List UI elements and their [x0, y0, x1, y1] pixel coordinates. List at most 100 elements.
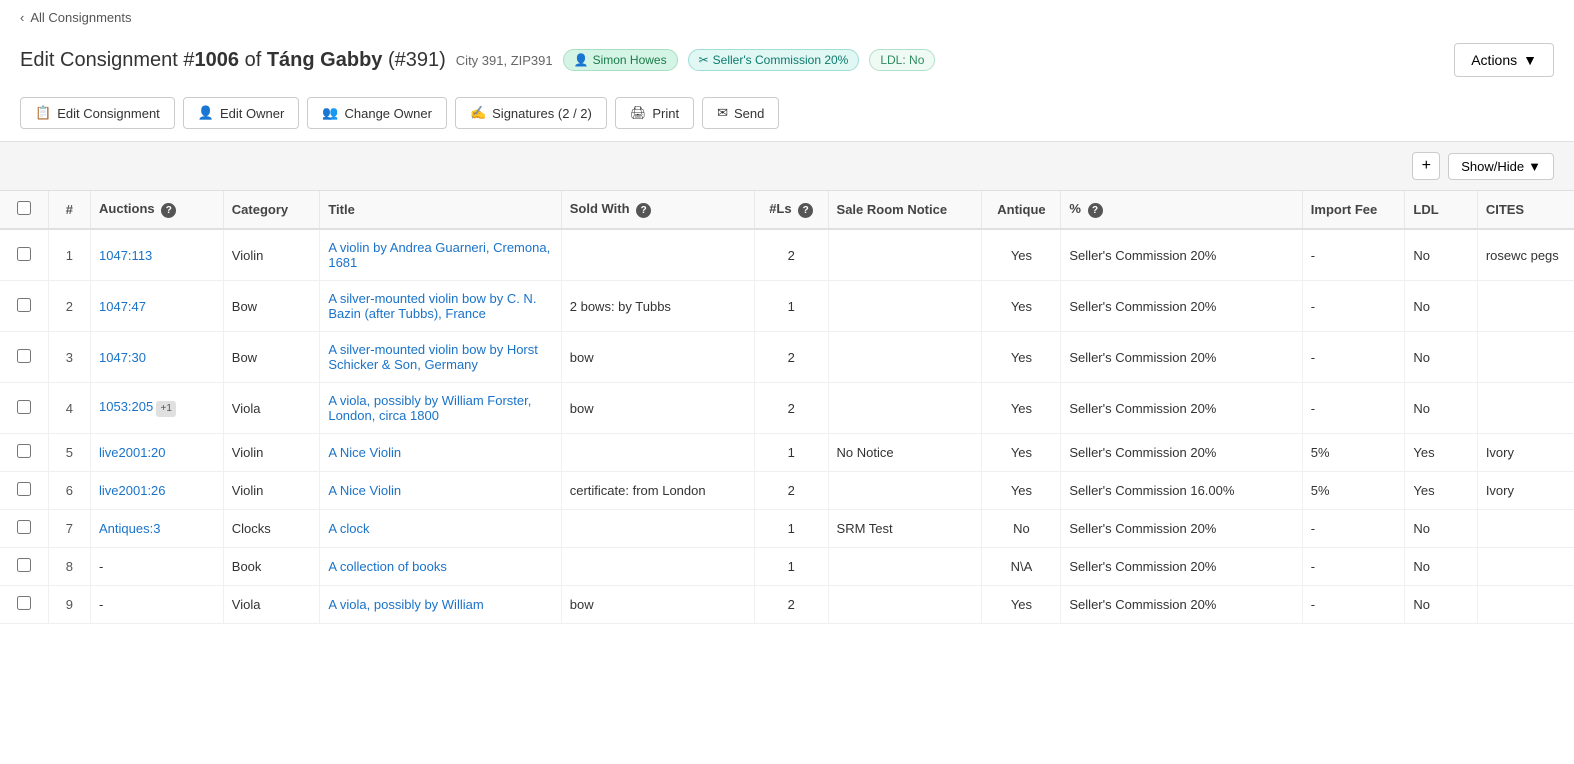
row-auctions: Antiques:3	[91, 510, 224, 548]
page-header: Edit Consignment #1006 of Táng Gabby (#3…	[0, 35, 1574, 89]
table-controls: + Show/Hide ▼	[0, 142, 1574, 191]
title-link[interactable]: A Nice Violin	[328, 445, 401, 460]
edit-owner-button[interactable]: 👤 Edit Owner	[183, 97, 300, 129]
row-pct: Seller's Commission 20%	[1061, 586, 1302, 624]
row-importfee: -	[1302, 281, 1405, 332]
title-link[interactable]: A collection of books	[328, 559, 447, 574]
row-checkbox[interactable]	[17, 298, 31, 312]
row-auctions: live2001:20	[91, 434, 224, 472]
title-link[interactable]: A clock	[328, 521, 369, 536]
row-title: A clock	[320, 510, 561, 548]
row-cites	[1477, 510, 1574, 548]
auction-link[interactable]: Antiques:3	[99, 521, 160, 536]
row-ldl: No	[1405, 229, 1477, 281]
print-icon: 🖨	[630, 105, 647, 121]
row-checkbox[interactable]	[17, 247, 31, 261]
row-checkbox-cell	[0, 586, 48, 624]
row-num: 9	[48, 586, 90, 624]
row-srn	[828, 548, 982, 586]
auction-link[interactable]: 1047:30	[99, 350, 146, 365]
row-antique: N\A	[982, 548, 1061, 586]
row-cites	[1477, 281, 1574, 332]
table-header-row: # Auctions ? Category Title Sold With ?	[0, 191, 1574, 229]
row-title: A collection of books	[320, 548, 561, 586]
col-checkbox	[0, 191, 48, 229]
row-pct: Seller's Commission 20%	[1061, 229, 1302, 281]
title-link[interactable]: A viola, possibly by William	[328, 597, 483, 612]
row-auctions: 1047:113	[91, 229, 224, 281]
row-checkbox[interactable]	[17, 444, 31, 458]
row-checkbox[interactable]	[17, 349, 31, 363]
row-checkbox[interactable]	[17, 520, 31, 534]
title-link[interactable]: A silver-mounted violin bow by C. N. Baz…	[328, 291, 536, 321]
row-title: A silver-mounted violin bow by C. N. Baz…	[320, 281, 561, 332]
change-owner-button[interactable]: 👥 Change Owner	[307, 97, 447, 129]
row-title: A viola, possibly by William	[320, 586, 561, 624]
auctions-help-icon: ?	[161, 203, 176, 218]
pct-help-icon: ?	[1088, 203, 1103, 218]
row-title: A Nice Violin	[320, 434, 561, 472]
row-ls: 1	[754, 434, 828, 472]
auction-link[interactable]: 1047:47	[99, 299, 146, 314]
row-srn: SRM Test	[828, 510, 982, 548]
row-importfee: -	[1302, 332, 1405, 383]
lots-table: # Auctions ? Category Title Sold With ?	[0, 191, 1574, 624]
row-cites	[1477, 586, 1574, 624]
row-ls: 2	[754, 472, 828, 510]
add-row-button[interactable]: +	[1412, 152, 1440, 180]
row-num: 3	[48, 332, 90, 383]
row-checkbox[interactable]	[17, 558, 31, 572]
row-ldl: No	[1405, 332, 1477, 383]
row-checkbox[interactable]	[17, 482, 31, 496]
row-ldl: No	[1405, 383, 1477, 434]
row-category: Viola	[223, 383, 320, 434]
row-pct: Seller's Commission 20%	[1061, 510, 1302, 548]
row-category: Bow	[223, 281, 320, 332]
actions-button[interactable]: Actions ▼	[1454, 43, 1554, 77]
auction-link[interactable]: 1047:113	[99, 248, 152, 263]
row-srn	[828, 586, 982, 624]
row-checkbox-cell	[0, 434, 48, 472]
send-icon: ✉	[717, 105, 728, 121]
row-checkbox-cell	[0, 383, 48, 434]
row-num: 1	[48, 229, 90, 281]
row-checkbox-cell	[0, 510, 48, 548]
show-hide-button[interactable]: Show/Hide ▼	[1448, 153, 1554, 180]
row-soldwith: bow	[561, 383, 754, 434]
row-checkbox-cell	[0, 229, 48, 281]
title-link[interactable]: A viola, possibly by William Forster, Lo…	[328, 393, 531, 423]
edit-consignment-button[interactable]: 📋 Edit Consignment	[20, 97, 175, 129]
row-checkbox-cell	[0, 332, 48, 383]
auction-link[interactable]: live2001:26	[99, 483, 166, 498]
send-button[interactable]: ✉ Send	[702, 97, 779, 129]
back-nav[interactable]: ‹ All Consignments	[0, 0, 1574, 35]
auction-link[interactable]: live2001:20	[99, 445, 166, 460]
row-antique: Yes	[982, 281, 1061, 332]
back-label: All Consignments	[30, 10, 131, 25]
change-owner-icon: 👥	[322, 105, 338, 121]
row-importfee: -	[1302, 229, 1405, 281]
row-srn	[828, 383, 982, 434]
auction-link[interactable]: 1053:205	[99, 399, 153, 414]
row-srn: No Notice	[828, 434, 982, 472]
row-soldwith: 2 bows: by Tubbs	[561, 281, 754, 332]
title-link[interactable]: A violin by Andrea Guarneri, Cremona, 16…	[328, 240, 550, 270]
col-ldl: LDL	[1405, 191, 1477, 229]
row-category: Violin	[223, 229, 320, 281]
print-button[interactable]: 🖨 Print	[615, 97, 694, 129]
select-all-checkbox[interactable]	[17, 201, 31, 215]
row-checkbox[interactable]	[17, 596, 31, 610]
row-antique: Yes	[982, 434, 1061, 472]
badge-commission: ✂ Seller's Commission 20%	[688, 49, 860, 71]
row-importfee: 5%	[1302, 434, 1405, 472]
title-link[interactable]: A silver-mounted violin bow by Horst Sch…	[328, 342, 538, 372]
signatures-button[interactable]: ✍ Signatures (2 / 2)	[455, 97, 607, 129]
row-cites	[1477, 548, 1574, 586]
row-pct: Seller's Commission 20%	[1061, 548, 1302, 586]
table-row: 7Antiques:3ClocksA clock1SRM TestNoSelle…	[0, 510, 1574, 548]
title-link[interactable]: A Nice Violin	[328, 483, 401, 498]
row-checkbox[interactable]	[17, 400, 31, 414]
table-row: 21047:47BowA silver-mounted violin bow b…	[0, 281, 1574, 332]
ls-help-icon: ?	[798, 203, 813, 218]
row-soldwith: certificate: from London	[561, 472, 754, 510]
